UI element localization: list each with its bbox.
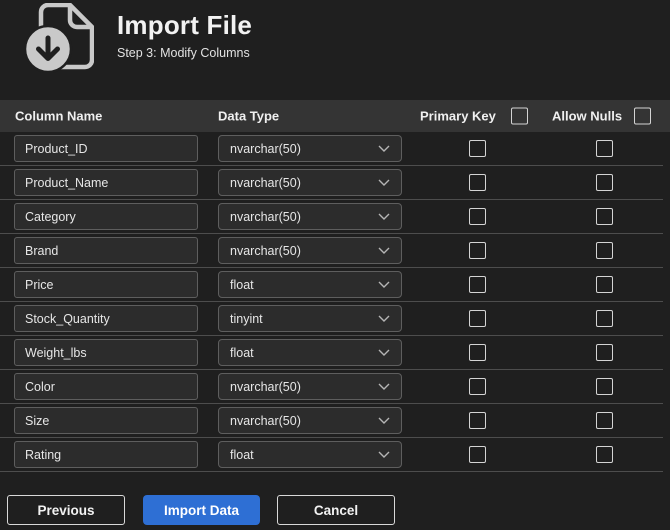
chevron-down-icon <box>378 247 390 254</box>
table-row: tinyint <box>0 302 663 336</box>
page-title: Import File <box>117 10 253 40</box>
column-name-input[interactable] <box>14 441 198 468</box>
allow-nulls-checkbox[interactable] <box>596 310 613 327</box>
page-subtitle: Step 3: Modify Columns <box>117 46 250 60</box>
primary-key-checkbox[interactable] <box>469 412 486 429</box>
table-row: float <box>0 438 663 472</box>
file-import-icon <box>24 3 94 73</box>
chevron-down-icon <box>378 179 390 186</box>
allow-nulls-checkbox[interactable] <box>596 242 613 259</box>
primary-key-checkbox[interactable] <box>469 174 486 191</box>
footer: Previous Import Data Cancel <box>0 495 670 525</box>
allow-nulls-checkbox[interactable] <box>596 140 613 157</box>
chevron-down-icon <box>378 315 390 322</box>
chevron-down-icon <box>378 349 390 356</box>
data-type-header: Data Type <box>218 108 280 124</box>
page-header: Import File Step 3: Modify Columns <box>0 0 670 100</box>
column-name-input[interactable] <box>14 373 198 400</box>
data-type-select[interactable]: float <box>218 271 402 298</box>
data-type-value: nvarchar(50) <box>230 175 301 190</box>
primary-key-header: Primary Key <box>420 108 496 124</box>
column-name-input[interactable] <box>14 271 198 298</box>
data-type-select[interactable]: nvarchar(50) <box>218 237 402 264</box>
data-type-value: nvarchar(50) <box>230 379 301 394</box>
chevron-down-icon <box>378 213 390 220</box>
data-type-value: nvarchar(50) <box>230 141 301 156</box>
cancel-button[interactable]: Cancel <box>277 495 395 525</box>
chevron-down-icon <box>378 451 390 458</box>
data-type-value: tinyint <box>230 311 263 326</box>
data-type-value: nvarchar(50) <box>230 413 301 428</box>
table-row: nvarchar(50) <box>0 370 663 404</box>
table-row: nvarchar(50) <box>0 132 663 166</box>
primary-key-checkbox[interactable] <box>469 276 486 293</box>
allow-nulls-checkbox[interactable] <box>596 378 613 395</box>
import-file-dialog: Import File Step 3: Modify Columns Colum… <box>0 0 670 530</box>
table-header: Column Name Data Type Primary Key Allow … <box>0 100 670 132</box>
data-type-select[interactable]: nvarchar(50) <box>218 203 402 230</box>
table-row: float <box>0 268 663 302</box>
allow-nulls-header: Allow Nulls <box>552 108 623 124</box>
data-type-value: float <box>230 345 254 360</box>
table-row: nvarchar(50) <box>0 234 663 268</box>
column-name-input[interactable] <box>14 407 198 434</box>
table-body: nvarchar(50) nvarchar(50) <box>0 132 670 472</box>
data-type-value: nvarchar(50) <box>230 209 301 224</box>
chevron-down-icon <box>378 417 390 424</box>
data-type-value: nvarchar(50) <box>230 243 301 258</box>
data-type-select[interactable]: tinyint <box>218 305 402 332</box>
import-data-button[interactable]: Import Data <box>143 495 260 525</box>
data-type-select[interactable]: nvarchar(50) <box>218 169 402 196</box>
title-block: Import File Step 3: Modify Columns <box>117 10 252 60</box>
allow-nulls-checkbox[interactable] <box>596 412 613 429</box>
primary-key-checkbox[interactable] <box>469 310 486 327</box>
table-row: nvarchar(50) <box>0 404 663 438</box>
column-name-header: Column Name <box>15 108 103 124</box>
table-row: nvarchar(50) <box>0 200 663 234</box>
allow-nulls-checkbox[interactable] <box>596 276 613 293</box>
chevron-down-icon <box>378 383 390 390</box>
data-type-select[interactable]: nvarchar(50) <box>218 373 402 400</box>
column-name-input[interactable] <box>14 135 198 162</box>
allow-nulls-checkbox[interactable] <box>596 208 613 225</box>
data-type-select[interactable]: nvarchar(50) <box>218 135 402 162</box>
column-name-input[interactable] <box>14 339 198 366</box>
primary-key-select-all-checkbox[interactable] <box>511 107 528 125</box>
primary-key-checkbox[interactable] <box>469 446 486 463</box>
column-name-input[interactable] <box>14 237 198 264</box>
allow-nulls-select-all-checkbox[interactable] <box>634 107 651 125</box>
column-name-input[interactable] <box>14 169 198 196</box>
data-type-select[interactable]: float <box>218 441 402 468</box>
primary-key-checkbox[interactable] <box>469 378 486 395</box>
data-type-select[interactable]: nvarchar(50) <box>218 407 402 434</box>
primary-key-checkbox[interactable] <box>469 208 486 225</box>
allow-nulls-checkbox[interactable] <box>596 446 613 463</box>
primary-key-checkbox[interactable] <box>469 242 486 259</box>
primary-key-checkbox[interactable] <box>469 140 486 157</box>
chevron-down-icon <box>378 145 390 152</box>
allow-nulls-checkbox[interactable] <box>596 344 613 361</box>
column-name-input[interactable] <box>14 305 198 332</box>
allow-nulls-checkbox[interactable] <box>596 174 613 191</box>
table-row: nvarchar(50) <box>0 166 663 200</box>
previous-button[interactable]: Previous <box>7 495 125 525</box>
chevron-down-icon <box>378 281 390 288</box>
data-type-select[interactable]: float <box>218 339 402 366</box>
column-name-input[interactable] <box>14 203 198 230</box>
table-row: float <box>0 336 663 370</box>
data-type-value: float <box>230 277 254 292</box>
data-type-value: float <box>230 447 254 462</box>
primary-key-checkbox[interactable] <box>469 344 486 361</box>
